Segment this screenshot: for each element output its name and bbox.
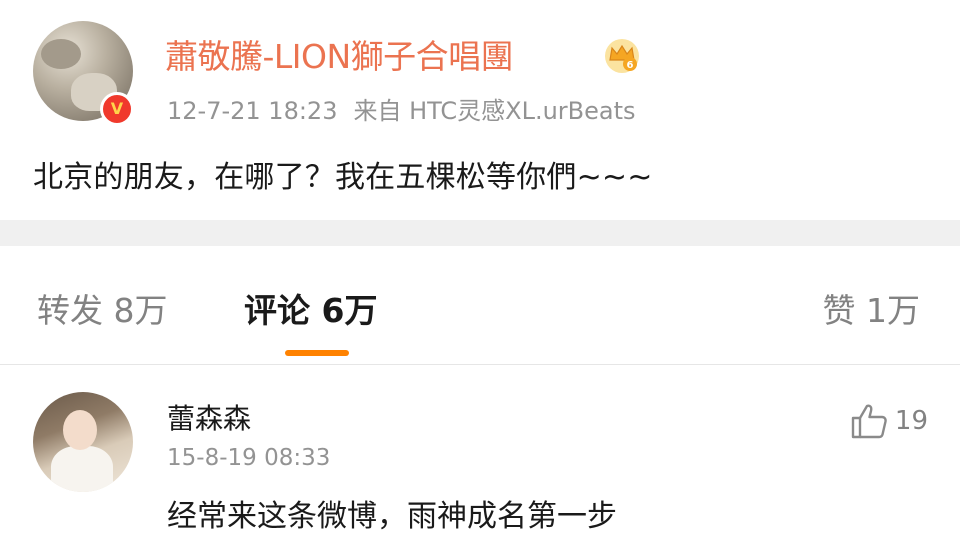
tab-repost[interactable]: 转发 8万 [37, 284, 168, 332]
thumbs-up-icon [851, 404, 887, 439]
commenter-name[interactable]: 蕾森森 [167, 397, 251, 437]
avatar-image-detail [51, 446, 113, 492]
post-card: V 蕭敬騰-LION獅子合唱團 6 12-7-21 18:23 来自 HTC灵感X… [0, 0, 960, 220]
comment-like-button[interactable]: 19 [849, 401, 928, 441]
post-author-name[interactable]: 蕭敬騰-LION獅子合唱團 [165, 30, 514, 78]
post-content: 北京的朋友，在哪了？我在五棵松等你們~~~ [33, 160, 653, 195]
crown-badge-level: 6 [627, 60, 634, 71]
comment-like-count: 19 [894, 406, 928, 436]
crown-badge-icon[interactable]: 6 [604, 38, 640, 74]
avatar-image-detail [63, 410, 97, 450]
verified-badge-icon: V [100, 92, 134, 126]
comment-text: 经常来这条微博，雨神成名第一步 [167, 499, 617, 534]
commenter-avatar[interactable] [33, 392, 133, 492]
comment-item: 蕾森森 15-8-19 08:33 经常来这条微博，雨神成名第一步 19 [0, 365, 960, 557]
active-tab-indicator [285, 350, 349, 356]
post-timestamp: 12-7-21 18:23 [167, 97, 338, 125]
section-separator [0, 220, 960, 246]
post-source[interactable]: 来自 HTC灵感XL.urBeats [353, 97, 635, 125]
tab-comments[interactable]: 评论 6万 [244, 284, 377, 332]
avatar-image-detail [41, 39, 81, 69]
post-tabs: 转发 8万 评论 6万 赞 1万 [0, 246, 960, 365]
comment-timestamp: 15-8-19 08:33 [167, 445, 331, 471]
post-meta: 12-7-21 18:23 来自 HTC灵感XL.urBeats [167, 91, 636, 126]
tab-likes[interactable]: 赞 1万 [823, 284, 921, 332]
